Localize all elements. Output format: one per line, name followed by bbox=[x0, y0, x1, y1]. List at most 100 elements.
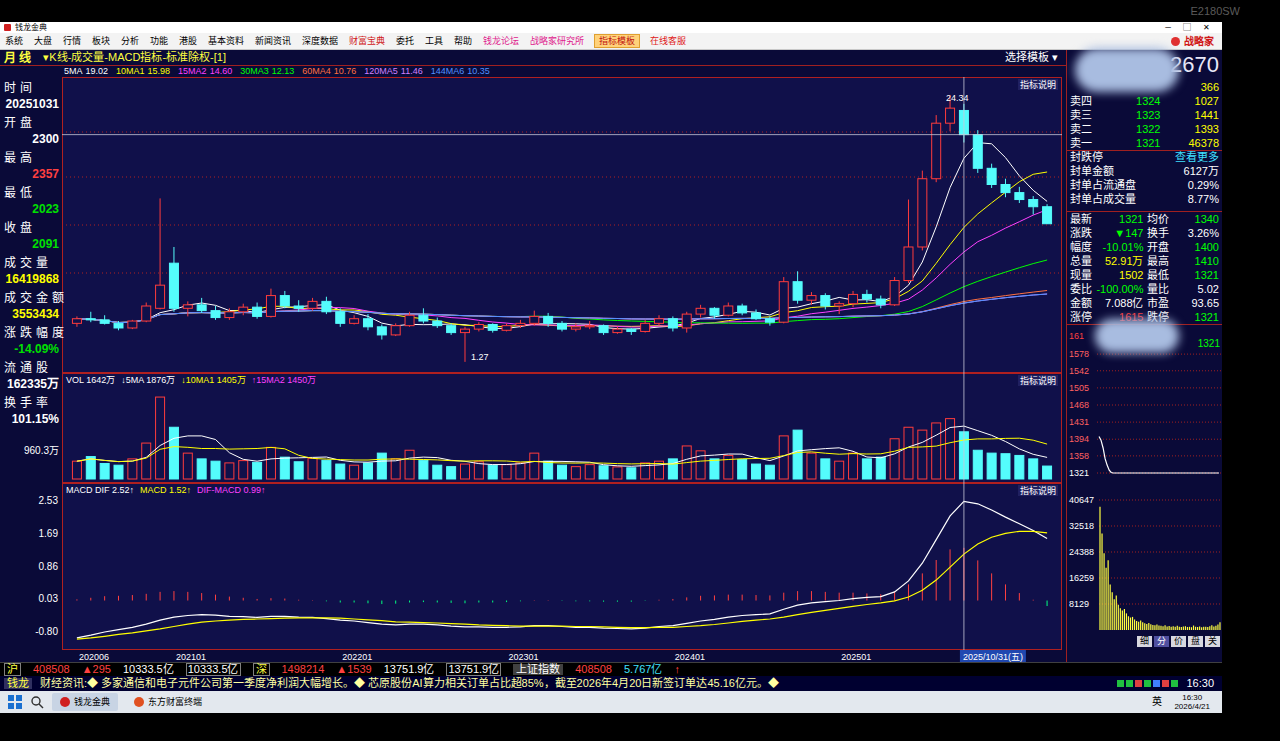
candle[interactable] bbox=[752, 309, 761, 319]
candle[interactable] bbox=[765, 316, 774, 325]
candle[interactable] bbox=[613, 327, 622, 334]
menu-item[interactable]: 港股 bbox=[178, 35, 198, 47]
candle[interactable] bbox=[558, 321, 567, 331]
panel-tab[interactable]: 价 bbox=[1171, 636, 1186, 647]
panel-tab[interactable]: 细 bbox=[1137, 636, 1152, 647]
candle[interactable] bbox=[1043, 204, 1052, 224]
candle[interactable] bbox=[405, 312, 414, 327]
candle[interactable] bbox=[211, 306, 220, 320]
candle[interactable] bbox=[835, 301, 844, 314]
candle[interactable] bbox=[86, 312, 95, 322]
candle[interactable] bbox=[849, 291, 858, 307]
candle[interactable] bbox=[738, 304, 747, 316]
taskbar-app[interactable]: 钱龙金典 bbox=[52, 693, 118, 711]
candle[interactable] bbox=[460, 327, 469, 362]
candle[interactable] bbox=[571, 323, 580, 331]
candle[interactable] bbox=[668, 316, 677, 331]
candle[interactable] bbox=[918, 171, 927, 251]
candle[interactable] bbox=[183, 301, 192, 316]
menu-item[interactable]: 板块 bbox=[91, 35, 111, 47]
menu-item[interactable]: 战略家研究所 bbox=[529, 35, 585, 47]
candle[interactable] bbox=[862, 290, 871, 303]
menu-item[interactable]: 大盘 bbox=[33, 35, 53, 47]
panel-tab[interactable]: 关 bbox=[1205, 636, 1220, 647]
menu-item[interactable]: 财富宝典 bbox=[348, 35, 386, 47]
candle[interactable] bbox=[474, 322, 483, 331]
template-select[interactable]: 选择模板 ▾ bbox=[1005, 52, 1062, 63]
window-control[interactable]: ▢ bbox=[1183, 24, 1191, 32]
candle[interactable] bbox=[516, 320, 525, 328]
candle[interactable] bbox=[544, 313, 553, 327]
candle[interactable] bbox=[142, 303, 151, 323]
candle[interactable] bbox=[904, 200, 913, 283]
candle[interactable] bbox=[308, 298, 317, 311]
chart-title[interactable]: ▾K线-成交量-MACD指标-标准除权-[1] bbox=[43, 52, 226, 63]
more-link[interactable]: 查看更多 bbox=[1175, 152, 1219, 163]
candle[interactable] bbox=[599, 325, 608, 335]
candle[interactable] bbox=[447, 323, 456, 335]
candle[interactable] bbox=[655, 315, 664, 325]
menu-item[interactable]: 深度数据 bbox=[301, 35, 339, 47]
candle[interactable] bbox=[488, 323, 497, 332]
candle[interactable] bbox=[724, 303, 733, 317]
candle[interactable] bbox=[363, 314, 372, 330]
candle[interactable] bbox=[239, 304, 248, 316]
candle[interactable] bbox=[530, 311, 539, 326]
candle[interactable] bbox=[197, 298, 206, 313]
candle[interactable] bbox=[779, 277, 788, 323]
menu-item[interactable]: 行情 bbox=[62, 35, 82, 47]
menu-item[interactable]: 工具 bbox=[424, 35, 444, 47]
candle[interactable] bbox=[793, 271, 802, 303]
candle[interactable] bbox=[433, 318, 442, 328]
clock[interactable]: 16:302026/4/21 bbox=[1174, 693, 1210, 711]
candle[interactable] bbox=[128, 320, 137, 329]
candle[interactable] bbox=[807, 292, 816, 305]
menu-item[interactable]: 系统 bbox=[4, 35, 24, 47]
window-control[interactable]: ✕ bbox=[1203, 24, 1210, 32]
candle[interactable] bbox=[682, 312, 691, 333]
candle[interactable] bbox=[72, 316, 81, 326]
search-icon[interactable] bbox=[30, 695, 44, 709]
menu-item[interactable]: 在线客服 bbox=[649, 35, 687, 47]
windows-start-icon[interactable] bbox=[8, 695, 22, 709]
ime-indicator[interactable]: 英 bbox=[1152, 697, 1162, 707]
candle[interactable] bbox=[280, 291, 289, 308]
candle[interactable] bbox=[391, 323, 400, 336]
candle[interactable] bbox=[1029, 196, 1038, 215]
candle[interactable] bbox=[585, 321, 594, 329]
taskbar-app[interactable]: 东方财富终端 bbox=[126, 693, 210, 711]
candle[interactable] bbox=[821, 293, 830, 309]
candle[interactable] bbox=[156, 198, 165, 309]
menu-item[interactable]: 基本资料 bbox=[207, 35, 245, 47]
candle[interactable] bbox=[253, 303, 262, 319]
menu-item[interactable]: 帮助 bbox=[453, 35, 473, 47]
candle[interactable] bbox=[876, 296, 885, 309]
candle[interactable] bbox=[266, 289, 275, 318]
candle[interactable] bbox=[890, 277, 899, 306]
candle[interactable] bbox=[114, 321, 123, 330]
panel-tab[interactable]: 分 bbox=[1154, 636, 1169, 647]
window-control[interactable]: ─ bbox=[1165, 24, 1171, 32]
candle[interactable] bbox=[627, 328, 636, 335]
candle[interactable] bbox=[169, 247, 178, 312]
menu-item[interactable]: 功能 bbox=[149, 35, 169, 47]
candle[interactable] bbox=[377, 325, 386, 340]
panel-tab[interactable]: 盘 bbox=[1188, 636, 1203, 647]
candle[interactable] bbox=[932, 115, 941, 182]
menu-item[interactable]: 委托 bbox=[395, 35, 415, 47]
menu-item[interactable]: 新闻资讯 bbox=[254, 35, 292, 47]
candle[interactable] bbox=[100, 315, 109, 324]
menu-item[interactable]: 钱龙论坛 bbox=[482, 35, 520, 47]
candle[interactable] bbox=[1015, 187, 1024, 203]
period-label[interactable]: 月 线 bbox=[4, 52, 31, 64]
candle[interactable] bbox=[225, 308, 234, 320]
candle[interactable] bbox=[987, 164, 996, 188]
candle[interactable] bbox=[294, 300, 303, 312]
menu-item[interactable]: 分析 bbox=[120, 35, 140, 47]
candle[interactable] bbox=[322, 297, 331, 314]
candle[interactable] bbox=[1001, 179, 1010, 198]
candle[interactable] bbox=[696, 305, 705, 318]
candle[interactable] bbox=[641, 320, 650, 333]
candle[interactable] bbox=[419, 308, 428, 323]
candle[interactable] bbox=[710, 307, 719, 319]
